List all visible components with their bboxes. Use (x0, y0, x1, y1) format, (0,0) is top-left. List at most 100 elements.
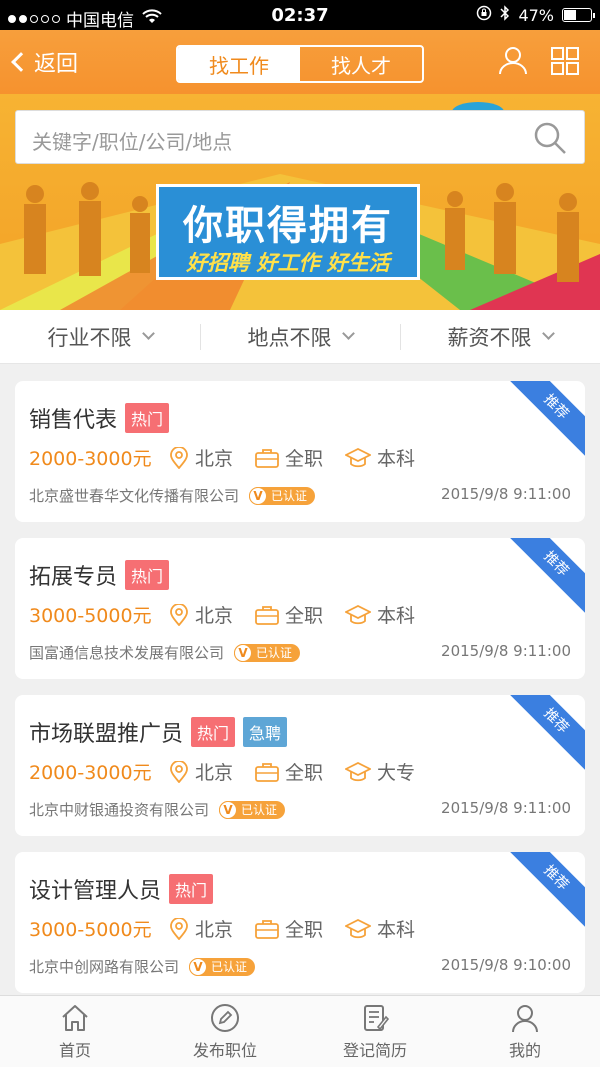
job-title: 拓展专员 (29, 565, 118, 590)
recommend-ribbon: 推荐 (507, 381, 585, 456)
job-title: 市场联盟推广员 (29, 722, 184, 747)
verified-icon: V (219, 800, 238, 819)
tab-resume-label: 登记简历 (342, 1040, 407, 1060)
grid-menu-icon[interactable] (550, 46, 580, 80)
urgent-tag: 急聘 (243, 717, 288, 747)
briefcase-icon (255, 605, 279, 625)
back-button[interactable]: 返回 (10, 46, 78, 78)
job-salary: 2000-3000元 (29, 762, 152, 784)
graduation-cap-icon (345, 604, 372, 624)
company-name: 北京中财银通投资有限公司 (29, 801, 210, 819)
location-icon (170, 760, 188, 783)
job-education: 大专 (377, 762, 416, 784)
slogan-title: 你职得拥有 (183, 203, 393, 249)
filter-industry[interactable]: 行业不限 (0, 310, 200, 363)
tab-find-job[interactable]: 找工作 (178, 47, 300, 81)
filter-bar: 行业不限 地点不限 薪资不限 (0, 310, 600, 364)
certified-badge: V 已认证 (249, 486, 316, 505)
graduation-cap-icon (345, 918, 372, 938)
segmented-control: 找工作 找人才 (176, 45, 424, 83)
hot-tag: 热门 (125, 403, 170, 433)
job-type: 全职 (285, 605, 324, 627)
job-salary: 3000-5000元 (29, 919, 152, 941)
profile-icon (512, 1004, 538, 1032)
job-title: 销售代表 (29, 408, 118, 433)
hot-tag: 热门 (169, 874, 214, 904)
home-icon (62, 1004, 88, 1031)
battery-percent: 47% (518, 5, 554, 25)
job-card[interactable]: 拓展专员 热门 3000-5000元 北京 全职 本科 国富通信息技术发展有限公司… (15, 538, 585, 679)
certified-label: 已认证 (241, 803, 278, 817)
location-icon (170, 446, 188, 469)
verified-icon: V (234, 643, 253, 662)
job-title: 设计管理人员 (29, 879, 162, 904)
post-date: 2015/9/8 9:10:00 (441, 956, 571, 974)
job-salary: 3000-5000元 (29, 605, 152, 627)
job-type: 全职 (285, 919, 324, 941)
tab-resume[interactable]: 登记简历 (300, 996, 450, 1067)
post-date: 2015/9/8 9:11:00 (441, 799, 571, 817)
location-icon (170, 917, 188, 940)
job-education: 本科 (377, 919, 416, 941)
company-name: 北京盛世春华文化传播有限公司 (29, 487, 240, 505)
tab-post-job[interactable]: 发布职位 (150, 996, 300, 1067)
verified-icon: V (189, 957, 208, 976)
bluetooth-icon (500, 5, 510, 25)
search-icon[interactable] (532, 120, 568, 160)
edit-icon (211, 1003, 239, 1032)
filter-salary[interactable]: 薪资不限 (400, 310, 600, 363)
briefcase-icon (255, 762, 279, 782)
job-location: 北京 (195, 605, 234, 627)
certified-label: 已认证 (256, 646, 293, 660)
bottom-tab-bar: 首页 发布职位 登记简历 我的 (0, 995, 600, 1067)
chevron-left-icon (11, 52, 31, 72)
briefcase-icon (255, 448, 279, 468)
verified-icon: V (249, 486, 268, 505)
search-input[interactable]: 关键字/职位/公司/地点 (15, 110, 585, 164)
graduation-cap-icon (345, 761, 372, 781)
post-date: 2015/9/8 9:11:00 (441, 485, 571, 503)
certified-label: 已认证 (211, 960, 248, 974)
certified-badge: V 已认证 (219, 800, 286, 819)
recommend-ribbon: 推荐 (507, 695, 585, 770)
job-location: 北京 (195, 762, 234, 784)
tab-mine-label: 我的 (508, 1040, 541, 1060)
tab-home[interactable]: 首页 (0, 996, 150, 1067)
nav-bar: 返回 找工作 找人才 (0, 30, 600, 94)
job-card[interactable]: 销售代表 热门 2000-3000元 北京 全职 本科 北京盛世春华文化传播有限公… (15, 381, 585, 522)
job-type: 全职 (285, 448, 324, 470)
rotation-lock-icon (476, 5, 492, 25)
job-card[interactable]: 市场联盟推广员 热门 急聘 2000-3000元 北京 全职 大专 北京中财银通投资… (15, 695, 585, 836)
hot-tag: 热门 (191, 717, 236, 747)
recommend-ribbon: 推荐 (507, 538, 585, 613)
promo-slogan: 你职得拥有 好招聘 好工作 好生活 (156, 184, 420, 280)
resume-icon (364, 1004, 390, 1031)
slogan-subtitle: 好招聘 好工作 好生活 (186, 251, 390, 275)
tab-find-talent[interactable]: 找人才 (300, 47, 422, 81)
job-type: 全职 (285, 762, 324, 784)
filter-salary-label: 薪资不限 (447, 325, 532, 350)
tab-mine[interactable]: 我的 (450, 996, 600, 1067)
job-list: 销售代表 热门 2000-3000元 北京 全职 本科 北京盛世春华文化传播有限公… (15, 381, 585, 1009)
job-location: 北京 (195, 919, 234, 941)
post-date: 2015/9/8 9:11:00 (441, 642, 571, 660)
hot-tag: 热门 (125, 560, 170, 590)
job-salary: 2000-3000元 (29, 448, 152, 470)
filter-location-label: 地点不限 (247, 325, 332, 350)
user-icon[interactable] (497, 44, 529, 80)
filter-location[interactable]: 地点不限 (200, 310, 400, 363)
status-bar: 中国电信 02:37 47% (0, 0, 600, 31)
job-location: 北京 (195, 448, 234, 470)
job-education: 本科 (377, 605, 416, 627)
briefcase-icon (255, 919, 279, 939)
battery-icon (562, 8, 595, 22)
certified-label: 已认证 (271, 489, 308, 503)
chevron-down-icon (341, 327, 355, 340)
back-label: 返回 (34, 52, 79, 77)
certified-badge: V 已认证 (189, 957, 256, 976)
job-card[interactable]: 设计管理人员 热门 3000-5000元 北京 全职 本科 北京中创网路有限公司 V… (15, 852, 585, 993)
company-name: 北京中创网路有限公司 (29, 958, 180, 976)
tab-post-job-label: 发布职位 (192, 1040, 257, 1060)
chevron-down-icon (141, 327, 155, 340)
banner[interactable]: 关键字/职位/公司/地点 你职得拥有 好招聘 好工作 好生活 (0, 94, 600, 310)
